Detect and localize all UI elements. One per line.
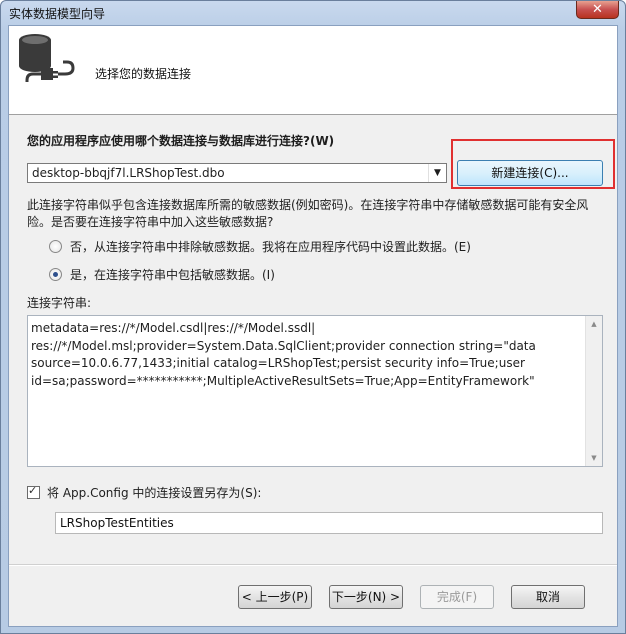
radio-include-label: 是，在连接字符串中包括敏感数据。(I): [70, 268, 275, 282]
title-bar[interactable]: 实体数据模型向导 ✕: [1, 1, 625, 25]
connection-string-box[interactable]: metadata=res://*/Model.csdl|res://*/Mode…: [27, 315, 603, 467]
radio-exclude-sensitive[interactable]: 否，从连接字符串中排除敏感数据。我将在应用程序代码中设置此数据。(E): [49, 238, 471, 255]
save-config-label: 将 App.Config 中的连接设置另存为(S):: [47, 486, 262, 500]
next-button[interactable]: 下一步(N) >: [329, 585, 403, 609]
connection-string-scrollbar[interactable]: ▲ ▼: [585, 316, 602, 466]
connection-string-label: 连接字符串:: [27, 296, 92, 310]
save-config-checkbox[interactable]: ✓: [27, 484, 40, 499]
wizard-header: 选择您的数据连接: [9, 26, 617, 115]
entity-name-input[interactable]: [56, 513, 594, 533]
radio-button-yes[interactable]: [49, 268, 62, 281]
radio-button-no[interactable]: [49, 240, 62, 253]
footer-divider: [9, 564, 617, 566]
connection-question-label: 您的应用程序应使用哪个数据连接与数据库进行连接?(W): [27, 134, 335, 148]
scroll-up-arrow-icon[interactable]: ▲: [586, 316, 602, 332]
cancel-button[interactable]: 取消: [511, 585, 585, 609]
finish-button[interactable]: 完成(F): [420, 585, 494, 609]
connection-string-text[interactable]: metadata=res://*/Model.csdl|res://*/Mode…: [31, 320, 581, 390]
entity-name-field[interactable]: [55, 512, 603, 534]
checkmark-icon: ✓: [28, 484, 38, 497]
page-title: 选择您的数据连接: [95, 67, 192, 81]
sensitive-data-warning: 此连接字符串似乎包含连接数据库所需的敏感数据(例如密码)。在连接字符串中存储敏感…: [27, 198, 589, 229]
database-connection-icon: [19, 34, 75, 82]
scroll-down-arrow-icon[interactable]: ▼: [586, 450, 602, 466]
back-button[interactable]: < 上一步(P): [238, 585, 312, 609]
dropdown-arrow-icon[interactable]: ▼: [428, 164, 446, 182]
wizard-window: 实体数据模型向导 ✕ 选择您的数据连接 您的应用程序应使用哪个数据连接与数据库进…: [0, 0, 626, 634]
wizard-client-area: 选择您的数据连接 您的应用程序应使用哪个数据连接与数据库进行连接?(W) des…: [8, 25, 618, 627]
new-connection-button[interactable]: 新建连接(C)...: [457, 160, 603, 186]
connection-dropdown[interactable]: desktop-bbqjf7l.LRShopTest.dbo ▼: [27, 163, 447, 183]
radio-exclude-label: 否，从连接字符串中排除敏感数据。我将在应用程序代码中设置此数据。(E): [70, 240, 471, 254]
save-config-checkbox-row[interactable]: ✓ 将 App.Config 中的连接设置另存为(S):: [27, 484, 261, 501]
connection-dropdown-value: desktop-bbqjf7l.LRShopTest.dbo: [32, 166, 225, 180]
radio-include-sensitive[interactable]: 是，在连接字符串中包括敏感数据。(I): [49, 266, 275, 283]
window-title: 实体数据模型向导: [9, 7, 106, 21]
close-button[interactable]: ✕: [576, 1, 619, 19]
